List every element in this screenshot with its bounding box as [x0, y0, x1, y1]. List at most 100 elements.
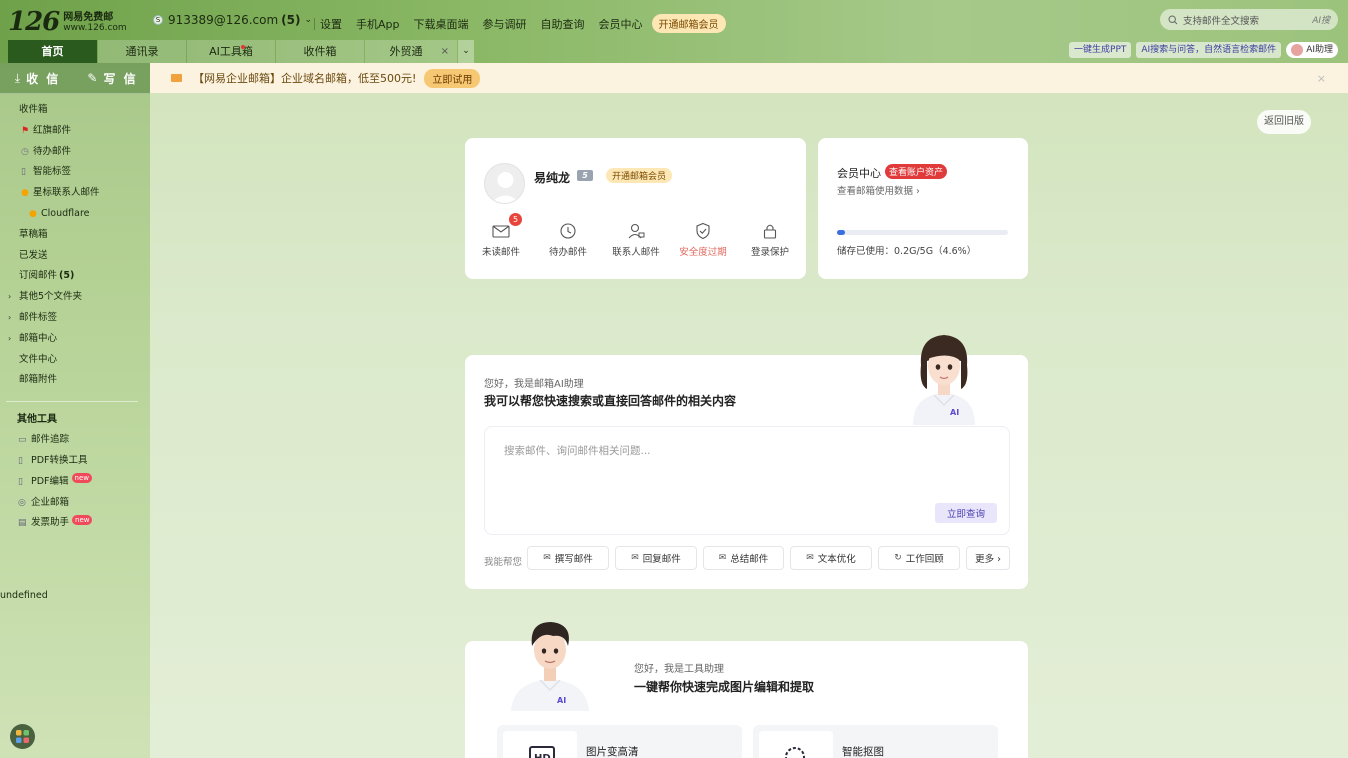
user-icon — [490, 172, 521, 203]
level-badge: 5 — [577, 170, 593, 181]
member-center-card: 会员中心 查看账户资产 查看邮箱使用数据 › 储存已使用：0.2G/5G（4.6… — [818, 138, 1028, 279]
chevron-right-icon: › — [8, 312, 12, 322]
sidebar-item-mail-tags[interactable]: › 邮件标签 — [0, 308, 150, 329]
receive-button[interactable]: ⤓ 收 信 — [0, 63, 75, 93]
sidebar: ⤓ 收 信 ✎ 写 信 收件箱 ⚑ 红旗邮件 ◷ 待办邮件 ▯ 智能标签 ● 星标联系人… — [0, 63, 150, 758]
nav-mobile-app[interactable]: 手机App — [356, 16, 400, 32]
main-tabs: 首页 通讯录 AI工具箱 收件箱 外贸通 × ⌄ — [8, 40, 475, 63]
undefined-text: undefined — [0, 590, 48, 601]
megaphone-icon — [171, 74, 182, 82]
banner-text: 【网易企业邮箱】企业域名邮箱，低至500元! — [193, 72, 417, 85]
security-expired-action[interactable]: 安全度过期 — [673, 222, 733, 258]
account-email: 913389@126.com — [168, 13, 279, 27]
header-right-buttons: 一键生成PPT AI搜索与问答，自然语言检索邮件 AI助理 — [1069, 42, 1338, 58]
account-menu[interactable]: S 913389@126.com (5) ⌄ — [153, 13, 312, 27]
sidebar-item-file-center[interactable]: 文件中心 — [0, 350, 150, 371]
promo-banner: 【网易企业邮箱】企业域名邮箱，低至500元! 立即试用 × — [150, 63, 1348, 93]
globe-icon: ◎ — [18, 497, 26, 508]
chip-work-review[interactable]: ↻ 工作回顾 — [878, 546, 960, 570]
close-icon[interactable]: × — [1317, 72, 1326, 85]
ai-search-button[interactable]: AI搜索与问答，自然语言检索邮件 — [1136, 42, 1282, 58]
clock-icon: ◷ — [21, 146, 29, 157]
ai-query-input[interactable]: 搜索邮件、询问邮件相关问题... 立即查询 — [484, 426, 1010, 535]
chip-text-optimize[interactable]: ✉ 文本优化 — [790, 546, 872, 570]
chip-more[interactable]: 更多 › — [966, 546, 1010, 570]
banner-try-button[interactable]: 立即试用 — [424, 68, 481, 88]
account-assets-button[interactable]: 查看账户资产 — [885, 164, 948, 179]
sidebar-item-subscriptions[interactable]: 订阅邮件 (5) — [0, 266, 150, 287]
avatar[interactable] — [484, 163, 525, 204]
profile-vip-button[interactable]: 开通邮箱会员 — [606, 168, 673, 183]
search-input[interactable]: 支持邮件全文搜索 AI搜 — [1160, 9, 1338, 30]
new-badge: new — [72, 514, 93, 525]
sidebar-item-attachments[interactable]: 邮箱附件 — [0, 370, 150, 391]
tool-card-cutout[interactable]: 智能抠图 — [753, 725, 998, 758]
sidebar-item-mailbox-center[interactable]: › 邮箱中心 — [0, 329, 150, 350]
tab-ai-toolbox[interactable]: AI工具箱 — [187, 40, 275, 63]
sidebar-tool-tracking[interactable]: ▭ 邮件追踪 — [0, 430, 150, 451]
sidebar-tool-pdf-convert[interactable]: ▯ PDF转换工具 — [0, 451, 150, 472]
todo-mail-action[interactable]: 待办邮件 — [538, 222, 598, 258]
ai-query-submit-button[interactable]: 立即查询 — [934, 503, 997, 523]
tab-home[interactable]: 首页 — [8, 40, 97, 63]
nav-self-service[interactable]: 自助查询 — [541, 16, 585, 32]
unread-mail-action[interactable]: 5 未读邮件 — [471, 213, 531, 258]
nav-download-desktop[interactable]: 下载桌面端 — [414, 16, 469, 32]
contact-mail-action[interactable]: 联系人邮件 — [606, 222, 666, 258]
ai-search-label[interactable]: AI搜 — [1312, 13, 1330, 26]
tool-headline: 一键帮你快速完成图片编辑和提取 — [634, 680, 815, 694]
lock-icon — [763, 224, 777, 239]
invoice-icon: ▤ — [18, 518, 27, 529]
user-name: 易纯龙 — [534, 171, 571, 185]
sidebar-item-cloudflare[interactable]: ● Cloudflare — [0, 204, 150, 225]
tab-contacts[interactable]: 通讯录 — [98, 40, 186, 63]
usage-data-link[interactable]: 查看邮箱使用数据 › — [837, 183, 920, 197]
sidebar-tool-invoice[interactable]: ▤ 发票助手 new — [0, 513, 150, 534]
ai-badge: AI — [950, 408, 959, 417]
text-icon: ✉ — [806, 553, 814, 563]
ai-badge: AI — [557, 696, 566, 705]
sidebar-tool-enterprise[interactable]: ◎ 企业邮箱 — [0, 493, 150, 514]
login-protection-action[interactable]: 登录保护 — [740, 222, 800, 258]
logo[interactable]: 126 网易免费邮 www.126.com — [8, 6, 127, 36]
old-version-button[interactable]: 返回旧版 — [1257, 110, 1311, 134]
tool-assistant-card: AI 您好，我是工具助理 一键帮你快速完成图片编辑和提取 HD 图片变高清 智能… — [465, 622, 1028, 758]
sidebar-item-inbox[interactable]: 收件箱 — [0, 100, 150, 121]
tab-inbox[interactable]: 收件箱 — [276, 40, 364, 63]
nav-survey[interactable]: 参与调研 — [483, 16, 527, 32]
apps-grid-icon[interactable] — [10, 724, 35, 749]
sidebar-item-sent[interactable]: 已发送 — [0, 246, 150, 267]
vip-button[interactable]: 开通邮箱会员 — [651, 14, 726, 33]
ai-assistant-button[interactable]: AI助理 — [1286, 42, 1338, 58]
nav-settings[interactable]: 设置 — [320, 16, 342, 32]
sidebar-item-drafts[interactable]: 草稿箱 — [0, 225, 150, 246]
chip-summarize-mail[interactable]: ✉ 总结邮件 — [703, 546, 784, 570]
compose-button[interactable]: ✎ 写 信 — [75, 63, 150, 93]
tab-foreign-trade[interactable]: 外贸通 × — [365, 40, 457, 63]
tab-more-chevron-icon[interactable]: ⌄ — [458, 40, 474, 63]
clock-icon — [560, 223, 576, 239]
summary-icon: ✉ — [718, 553, 727, 563]
tool-card-image-hd[interactable]: HD 图片变高清 — [497, 725, 742, 758]
divider — [6, 401, 138, 403]
member-center-title: 会员中心 — [837, 167, 881, 180]
chevron-right-icon: › — [8, 333, 12, 343]
sidebar-item-smart-tags[interactable]: ▯ 智能标签 — [0, 162, 150, 183]
account-avatar-icon: S — [153, 15, 163, 25]
divider — [314, 17, 315, 30]
hd-icon: HD — [529, 746, 555, 758]
sidebar-tool-pdf-edit[interactable]: ▯ PDF编辑 new — [0, 472, 150, 493]
ppt-button[interactable]: 一键生成PPT — [1069, 42, 1132, 58]
chip-compose-mail[interactable]: ✉ 撰写邮件 — [527, 546, 609, 570]
sidebar-item-flagged[interactable]: ⚑ 红旗邮件 — [0, 121, 150, 142]
close-tab-icon[interactable]: × — [441, 40, 449, 63]
ai-help-label: 我能帮您 — [484, 557, 523, 568]
ai-query-placeholder: 搜索邮件、询问邮件相关问题... — [504, 445, 651, 457]
unread-count-badge: 5 — [509, 213, 522, 226]
chip-reply-mail[interactable]: ✉ 回复邮件 — [615, 546, 697, 570]
sidebar-item-todo[interactable]: ◷ 待办邮件 — [0, 142, 150, 163]
shield-icon — [696, 222, 710, 240]
sidebar-item-starred-contacts[interactable]: ● 星标联系人邮件 — [0, 183, 150, 204]
sidebar-item-other-folders[interactable]: › 其他5个文件夹 — [0, 287, 150, 308]
nav-member-center[interactable]: 会员中心 — [599, 16, 643, 32]
